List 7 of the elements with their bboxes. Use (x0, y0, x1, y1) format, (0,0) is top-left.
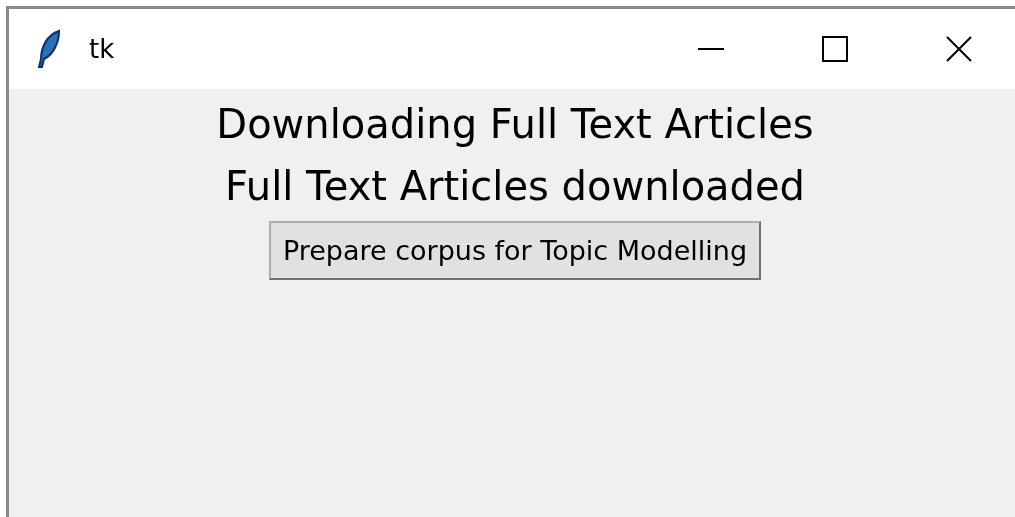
close-icon[interactable] (944, 34, 974, 64)
window-title: tk (89, 34, 115, 64)
feather-icon (37, 29, 63, 69)
maximize-icon[interactable] (820, 34, 850, 64)
prepare-corpus-button[interactable]: Prepare corpus for Topic Modelling (268, 221, 762, 280)
status-label: Full Text Articles downloaded (225, 162, 805, 211)
status-label: Downloading Full Text Articles (216, 100, 814, 149)
